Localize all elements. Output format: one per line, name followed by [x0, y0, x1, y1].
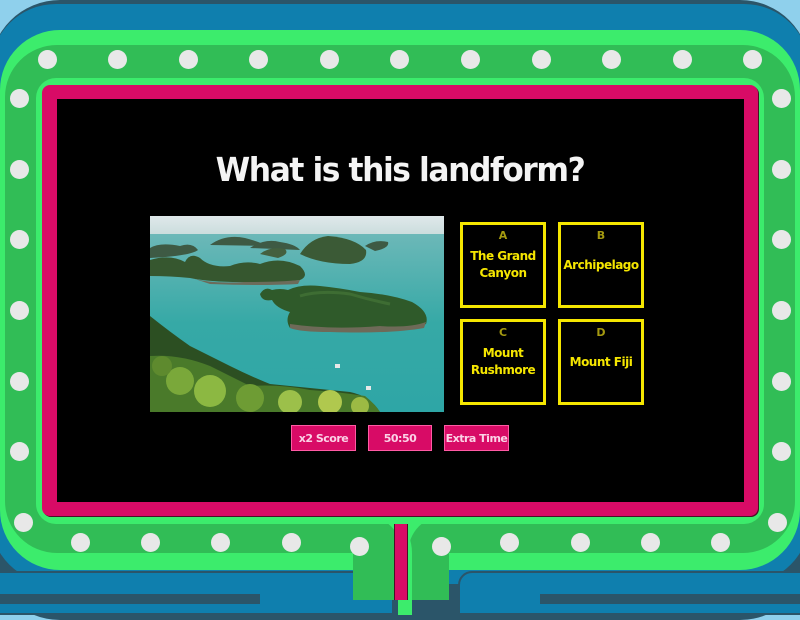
answer-label: The Grand Canyon — [470, 249, 536, 280]
bulb-icon — [389, 49, 409, 69]
extra-time-button[interactable]: Extra Time — [444, 425, 509, 451]
answer-letter: B — [596, 229, 606, 242]
question-title: What is this landform? — [215, 150, 586, 189]
bulb-icon — [349, 536, 369, 556]
bulb-icon — [742, 49, 762, 69]
fifty-fifty-button[interactable]: 50:50 — [368, 425, 432, 451]
bulb-icon — [771, 300, 791, 320]
bulb-icon — [9, 371, 29, 391]
answer-d[interactable]: D Mount Fiji — [558, 319, 644, 405]
bulb-icon — [672, 49, 692, 69]
frame-leg-right-shadow — [540, 594, 800, 604]
bulb-icon — [771, 88, 791, 108]
bulb-icon — [9, 229, 29, 249]
double-score-button[interactable]: x2 Score — [291, 425, 356, 451]
bulb-icon — [107, 49, 127, 69]
bulb-icon — [601, 49, 621, 69]
bulb-icon — [531, 49, 551, 69]
answer-b[interactable]: B Archipelago — [558, 222, 644, 308]
bulb-icon — [210, 532, 230, 552]
bulb-icon — [771, 441, 791, 461]
bulb-icon — [9, 441, 29, 461]
answer-letter: C — [498, 326, 508, 339]
bulb-icon — [460, 49, 480, 69]
bulb-icon — [640, 532, 660, 552]
answer-label: Archipelago — [563, 257, 639, 272]
bulb-icon — [767, 512, 787, 532]
frame-leg-left — [0, 571, 394, 615]
bulb-icon — [431, 536, 451, 556]
answer-label: Mount Rushmore — [470, 346, 536, 377]
bulb-icon — [70, 532, 90, 552]
bulb-icon — [13, 512, 33, 532]
bulb-icon — [319, 49, 339, 69]
answer-c[interactable]: C Mount Rushmore — [460, 319, 546, 405]
bulb-icon — [140, 532, 160, 552]
answer-a[interactable]: A The Grand Canyon — [460, 222, 546, 308]
bulb-icon — [178, 49, 198, 69]
question-image — [150, 216, 444, 412]
bulb-icon — [37, 49, 57, 69]
bulb-icon — [771, 159, 791, 179]
bulb-icon — [570, 532, 590, 552]
answer-letter: A — [498, 229, 508, 242]
bulb-icon — [771, 229, 791, 249]
bulb-icon — [9, 159, 29, 179]
bulb-icon — [9, 88, 29, 108]
answer-letter: D — [596, 326, 606, 339]
bulb-icon — [9, 300, 29, 320]
answer-label: Mount Fiji — [569, 354, 633, 369]
frame-leg-left-shadow — [0, 594, 260, 604]
frame-leg-right — [458, 571, 800, 615]
bulb-icon — [710, 532, 730, 552]
island-photo-icon — [150, 216, 444, 412]
bulb-icon — [248, 49, 268, 69]
bulb-icon — [499, 532, 519, 552]
bulb-icon — [771, 371, 791, 391]
bulb-icon — [281, 532, 301, 552]
